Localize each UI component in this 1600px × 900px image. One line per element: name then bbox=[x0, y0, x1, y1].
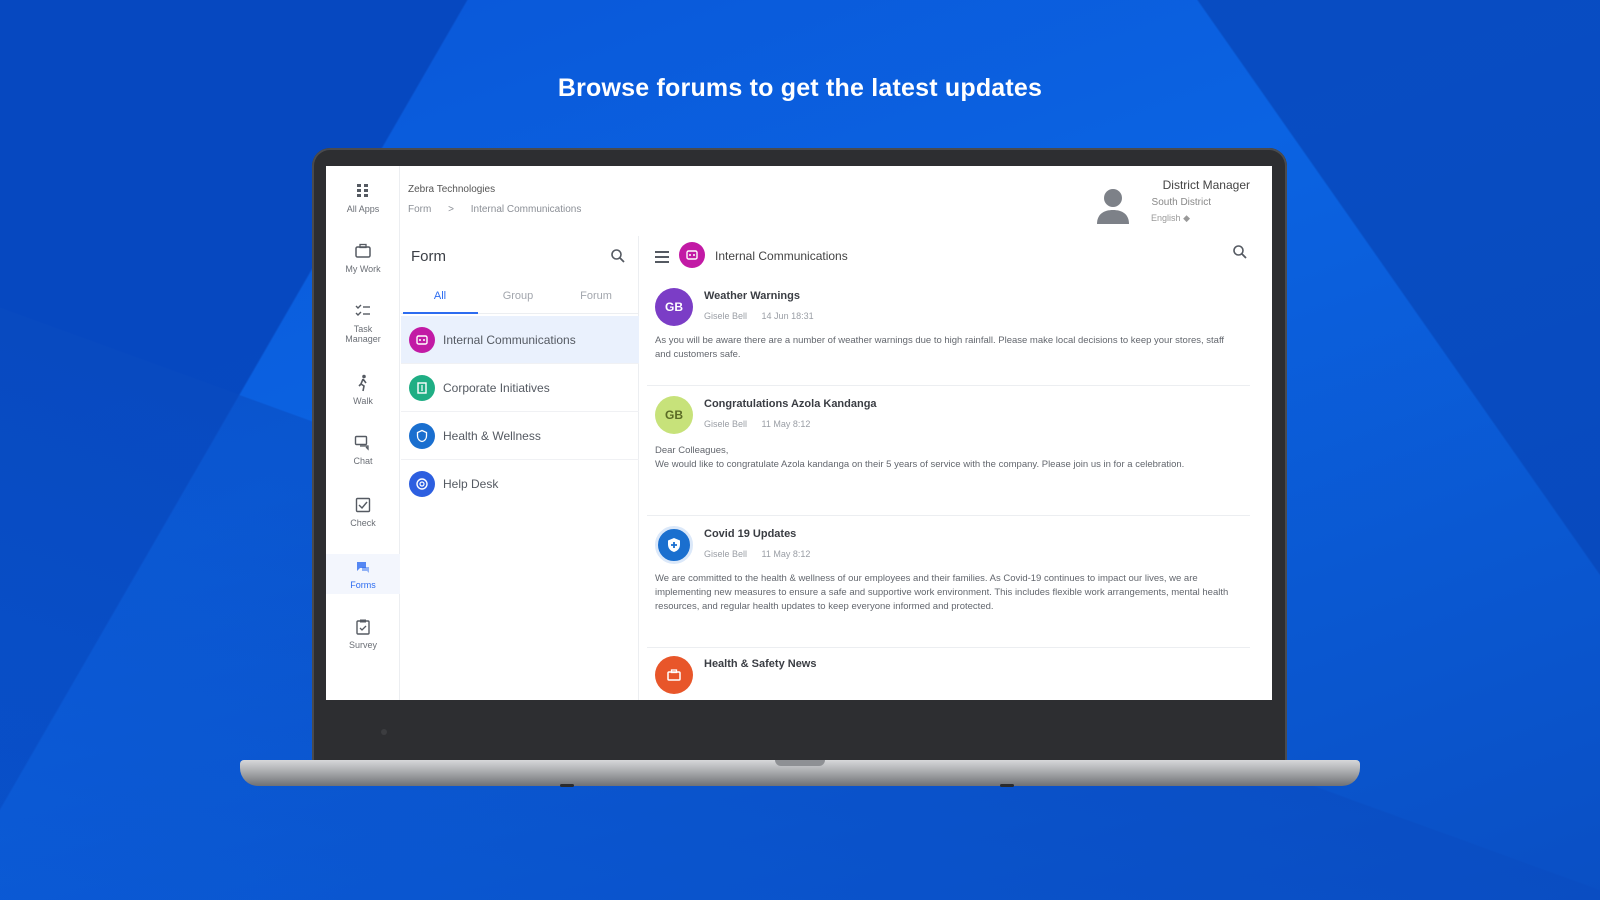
user-district: South District bbox=[1151, 197, 1211, 208]
post-title: Covid 19 Updates bbox=[704, 528, 797, 540]
panel-title: Form bbox=[411, 248, 446, 265]
author-avatar: GB bbox=[655, 288, 693, 326]
feed-header: Internal Communications bbox=[639, 236, 1272, 278]
rail-item-chat[interactable]: Chat bbox=[326, 434, 400, 466]
rail-label: Check bbox=[350, 518, 376, 528]
rail-item-forms[interactable]: Forms bbox=[326, 554, 400, 594]
shield-icon bbox=[409, 422, 435, 449]
laptop-foot bbox=[1000, 784, 1014, 787]
post-title: Weather Warnings bbox=[704, 290, 800, 302]
rail-item-task-manager[interactable]: Task Manager bbox=[326, 302, 400, 344]
breadcrumb: Form > Internal Communications bbox=[408, 204, 595, 215]
organization-name: Zebra Technologies bbox=[408, 184, 496, 195]
post-card[interactable]: Health & Safety News bbox=[647, 652, 1250, 700]
language-selector[interactable]: English ◆ bbox=[1151, 213, 1190, 224]
forum-item-corporate-initiatives[interactable]: Corporate Initiatives bbox=[401, 364, 639, 412]
rail-label: Chat bbox=[353, 456, 373, 466]
forum-item-health-wellness[interactable]: Health & Wellness bbox=[401, 412, 639, 460]
megaphone-icon bbox=[409, 326, 435, 353]
post-body: Dear Colleagues, We would like to congra… bbox=[655, 445, 1185, 470]
rail-label: Forms bbox=[350, 580, 376, 590]
post-date: 11 May 8:12 bbox=[761, 419, 811, 429]
post-meta: Gisele Bell 11 May 8:12 bbox=[704, 419, 822, 429]
megaphone-icon bbox=[679, 242, 705, 268]
post-title: Health & Safety News bbox=[704, 658, 817, 670]
forum-label: Corporate Initiatives bbox=[443, 380, 550, 395]
post-author: Gisele Bell bbox=[704, 549, 748, 559]
headline: Browse forums to get the latest updates bbox=[557, 74, 1043, 102]
rail-label: My Work bbox=[345, 264, 381, 274]
feed-title: Internal Communications bbox=[715, 249, 848, 263]
author-avatar: GB bbox=[655, 396, 693, 434]
briefcase-icon bbox=[655, 656, 693, 694]
post-date: 11 May 8:12 bbox=[761, 549, 811, 559]
post-card[interactable]: Covid 19 Updates Gisele Bell 11 May 8:12… bbox=[647, 520, 1250, 648]
forum-item-help-desk[interactable]: Help Desk bbox=[401, 460, 639, 508]
rail-label: Survey bbox=[348, 640, 377, 650]
app-screen: All Apps My Work Task Manager Walk Chat bbox=[326, 166, 1272, 700]
search-icon[interactable] bbox=[1232, 244, 1248, 260]
post-author: Gisele Bell bbox=[704, 419, 748, 429]
app-rail: All Apps My Work Task Manager Walk Chat bbox=[326, 166, 400, 700]
forums-icon bbox=[354, 558, 372, 576]
forum-label: Health & Wellness bbox=[443, 428, 541, 443]
tab-forum[interactable]: Forum bbox=[557, 290, 635, 302]
rail-item-all-apps[interactable]: All Apps bbox=[326, 182, 400, 214]
post-meta: Gisele Bell 14 Jun 18:31 bbox=[704, 311, 826, 321]
menu-icon[interactable] bbox=[655, 250, 669, 263]
walk-icon bbox=[354, 374, 372, 392]
task-list-icon bbox=[354, 302, 372, 320]
user-role: District Manager bbox=[1162, 178, 1250, 192]
checklist-icon bbox=[354, 496, 372, 514]
forum-list-panel: Form All Group Forum Internal Communicat… bbox=[401, 236, 639, 700]
post-card[interactable]: GB Congratulations Azola Kandanga Gisele… bbox=[647, 390, 1250, 516]
tab-all[interactable]: All bbox=[401, 290, 479, 302]
search-icon[interactable] bbox=[610, 248, 626, 264]
rail-item-my-work[interactable]: My Work bbox=[326, 242, 400, 274]
laptop-notch bbox=[775, 760, 825, 766]
help-icon bbox=[409, 471, 435, 497]
post-body: As you will be aware there are a number … bbox=[655, 335, 1225, 360]
post-meta: Gisele Bell 11 May 8:12 bbox=[704, 549, 822, 559]
post-date: 14 Jun 18:31 bbox=[761, 311, 814, 321]
user-avatar-icon[interactable] bbox=[1094, 186, 1132, 226]
post-body: We are committed to the health & wellnes… bbox=[655, 573, 1229, 612]
top-header: Zebra Technologies Form > Internal Commu… bbox=[400, 166, 1272, 232]
grid-icon bbox=[354, 182, 372, 200]
tab-group[interactable]: Group bbox=[479, 290, 557, 302]
post-author: Gisele Bell bbox=[704, 311, 748, 321]
breadcrumb-item[interactable]: Form bbox=[408, 204, 431, 215]
rail-label: All Apps bbox=[346, 204, 380, 214]
breadcrumb-separator: > bbox=[448, 204, 454, 215]
laptop-foot bbox=[560, 784, 574, 787]
rail-label: Walk bbox=[353, 396, 373, 406]
rail-item-survey[interactable]: Survey bbox=[326, 618, 400, 650]
post-card[interactable]: GB Weather Warnings Gisele Bell 14 Jun 1… bbox=[647, 282, 1250, 386]
briefcase-icon bbox=[354, 242, 372, 260]
active-tab-indicator bbox=[403, 312, 478, 314]
forum-label: Help Desk bbox=[443, 477, 499, 491]
breadcrumb-item[interactable]: Internal Communications bbox=[471, 204, 582, 215]
camera-dot bbox=[381, 729, 387, 735]
forum-tabs: All Group Forum bbox=[401, 280, 639, 314]
chat-icon bbox=[354, 434, 372, 452]
building-icon bbox=[409, 374, 435, 401]
rail-item-check[interactable]: Check bbox=[326, 496, 400, 528]
shield-icon bbox=[655, 526, 693, 564]
forum-feed: Internal Communications GB Weather Warni… bbox=[639, 236, 1272, 700]
survey-icon bbox=[354, 618, 372, 636]
rail-label: Task Manager bbox=[345, 324, 381, 344]
forum-label: Internal Communications bbox=[443, 332, 576, 347]
post-title: Congratulations Azola Kandanga bbox=[704, 398, 877, 410]
forum-item-internal-communications[interactable]: Internal Communications bbox=[401, 316, 639, 364]
rail-item-walk[interactable]: Walk bbox=[326, 374, 400, 406]
